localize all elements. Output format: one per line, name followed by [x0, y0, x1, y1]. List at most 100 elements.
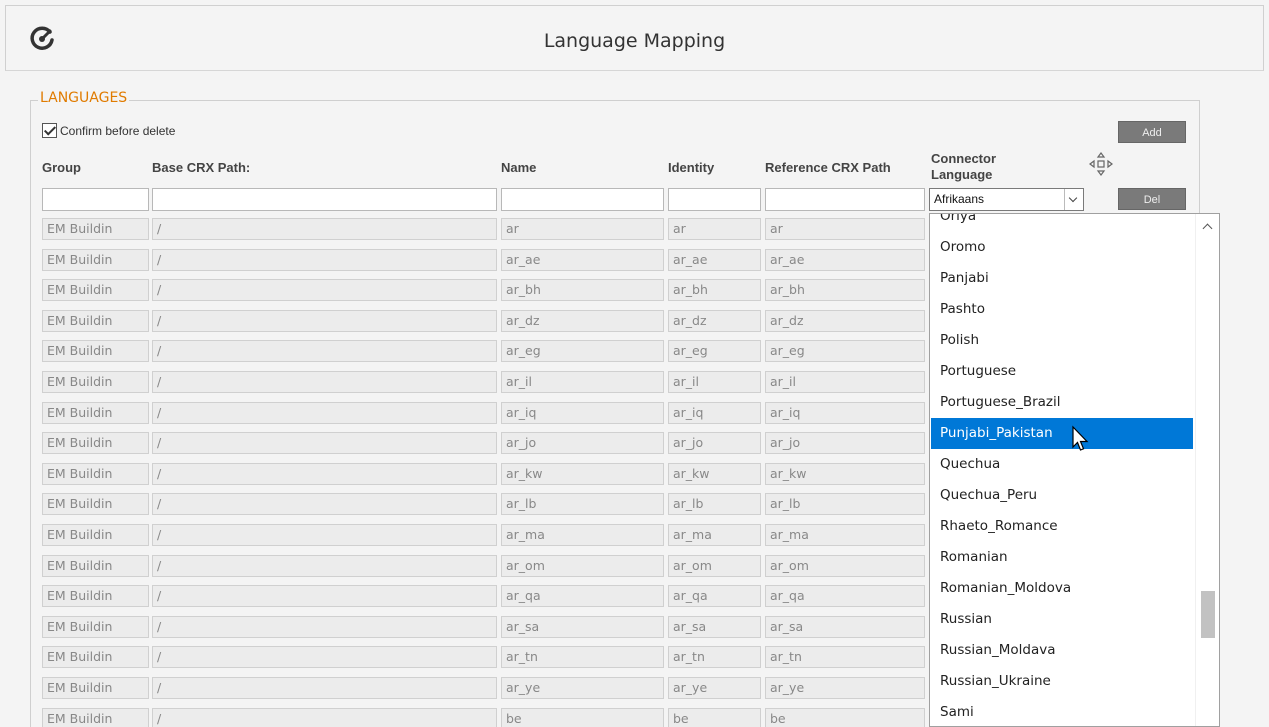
cell-base: / — [152, 554, 497, 577]
cell-ref: ar_il — [765, 371, 925, 393]
column-header-group: Group — [42, 160, 81, 175]
group-filter-input[interactable] — [42, 188, 149, 211]
table-row[interactable]: EM Buildin / be be be — [0, 703, 940, 727]
cell-group: EM Buildin — [42, 646, 149, 669]
cell-name: be — [501, 707, 664, 727]
move-icon[interactable] — [1089, 152, 1113, 176]
table-row[interactable]: EM Buildin / ar_iq ar_iq ar_iq — [0, 397, 940, 427]
cell-ref: ar_lb — [765, 493, 925, 516]
dropdown-option[interactable]: Russian_Ukraine — [931, 666, 1193, 697]
cell-identity: ar_dz — [668, 309, 761, 332]
column-header-reference-crx-path: Reference CRX Path — [765, 160, 891, 175]
cell-ref: ar — [765, 218, 925, 240]
dropdown-option[interactable]: Oriya — [931, 214, 1193, 232]
table-row[interactable]: EM Buildin / ar_tn ar_tn ar_tn — [0, 641, 940, 671]
scroll-up-icon[interactable] — [1202, 223, 1213, 234]
scroll-thumb[interactable] — [1201, 591, 1215, 638]
cell-ref: be — [765, 707, 925, 727]
cell-ref: ar_kw — [765, 462, 925, 485]
table-row[interactable]: EM Buildin / ar_dz ar_dz ar_dz — [0, 305, 940, 335]
dropdown-option[interactable]: Sami — [931, 697, 1193, 726]
cell-name: ar_ye — [501, 677, 664, 699]
cell-name: ar_ae — [501, 248, 664, 271]
cell-group: EM Buildin — [42, 371, 149, 393]
dropdown-option[interactable]: Quechua — [931, 449, 1193, 480]
cell-ref: ar_tn — [765, 646, 925, 669]
column-header-name: Name — [501, 160, 537, 175]
languages-legend: LANGUAGES — [38, 90, 130, 106]
dropdown-option[interactable]: Oromo — [931, 232, 1193, 263]
table-row[interactable]: EM Buildin / ar ar ar — [0, 213, 940, 243]
identity-filter-input[interactable] — [668, 188, 761, 211]
chevron-down-icon[interactable] — [1064, 189, 1083, 210]
dropdown-option[interactable]: Portuguese_Brazil — [931, 387, 1193, 418]
connector-language-select[interactable]: Afrikaans — [929, 188, 1084, 211]
table-row[interactable]: EM Buildin / ar_lb ar_lb ar_lb — [0, 488, 940, 518]
cell-ref: ar_iq — [765, 401, 925, 424]
table-row[interactable]: EM Buildin / ar_ma ar_ma ar_ma — [0, 519, 940, 549]
base-path-filter-input[interactable] — [152, 188, 497, 211]
table-row[interactable]: EM Buildin / ar_sa ar_sa ar_sa — [0, 611, 940, 641]
delete-button[interactable]: Del — [1118, 188, 1186, 210]
table-row[interactable]: EM Buildin / ar_bh ar_bh ar_bh — [0, 274, 940, 304]
add-button[interactable]: Add — [1118, 121, 1186, 143]
connector-language-dropdown[interactable]: Oriya Oromo Panjabi Pashto Polish Portuguese P… — [929, 213, 1220, 727]
column-header-identity: Identity — [668, 160, 715, 175]
cell-group: EM Buildin — [42, 493, 149, 516]
table-row[interactable]: EM Buildin / ar_qa ar_qa ar_qa — [0, 580, 940, 610]
dropdown-option[interactable]: Russian — [931, 604, 1193, 635]
table-row[interactable]: EM Buildin / ar_eg ar_eg ar_eg — [0, 335, 940, 365]
cell-base: / — [152, 218, 497, 240]
dropdown-option[interactable]: Polish — [931, 325, 1193, 356]
confirm-delete-label: Confirm before delete — [60, 123, 176, 138]
cell-ref: ar_bh — [765, 279, 925, 302]
cell-group: EM Buildin — [42, 462, 149, 485]
confirm-delete-checkbox[interactable] — [42, 123, 57, 138]
table-row[interactable]: EM Buildin / ar_ye ar_ye ar_ye — [0, 672, 940, 702]
cell-ref: ar_qa — [765, 585, 925, 608]
dropdown-option[interactable]: Russian_Moldava — [931, 635, 1193, 666]
cell-group: EM Buildin — [42, 340, 149, 363]
cell-name: ar_lb — [501, 493, 664, 516]
table-row[interactable]: EM Buildin / ar_ae ar_ae ar_ae — [0, 244, 940, 274]
dropdown-option[interactable]: Panjabi — [931, 263, 1193, 294]
dropdown-scrollbar[interactable] — [1195, 214, 1219, 726]
cell-identity: ar_ye — [668, 677, 761, 699]
cell-identity: ar_ma — [668, 524, 761, 546]
table-row[interactable]: EM Buildin / ar_kw ar_kw ar_kw — [0, 458, 940, 488]
cell-base: / — [152, 615, 497, 638]
cell-identity: ar_om — [668, 554, 761, 577]
cell-base: / — [152, 401, 497, 424]
cell-base: / — [152, 677, 497, 699]
dropdown-option[interactable]: Portuguese — [931, 356, 1193, 387]
dropdown-option[interactable]: Rhaeto_Romance — [931, 511, 1193, 542]
cell-ref: ar_ma — [765, 524, 925, 546]
cell-identity: ar_lb — [668, 493, 761, 516]
cell-base: / — [152, 707, 497, 727]
cell-identity: ar_kw — [668, 462, 761, 485]
dropdown-option[interactable]: Pashto — [931, 294, 1193, 325]
table-row[interactable]: EM Buildin / ar_il ar_il ar_il — [0, 366, 940, 396]
cell-identity: ar_iq — [668, 401, 761, 424]
cell-name: ar — [501, 218, 664, 240]
cell-group: EM Buildin — [42, 707, 149, 727]
dropdown-option[interactable]: Romanian — [931, 542, 1193, 573]
dropdown-option[interactable]: Quechua_Peru — [931, 480, 1193, 511]
cell-name: ar_il — [501, 371, 664, 393]
dropdown-option[interactable]: Romanian_Moldova — [931, 573, 1193, 604]
cell-ref: ar_om — [765, 554, 925, 577]
name-filter-input[interactable] — [501, 188, 664, 211]
cell-identity: ar_tn — [668, 646, 761, 669]
ref-path-filter-input[interactable] — [765, 188, 925, 211]
cell-base: / — [152, 524, 497, 546]
page-title: Language Mapping — [543, 30, 726, 52]
cell-base: / — [152, 309, 497, 332]
title-bar: Language Mapping — [5, 5, 1264, 71]
cell-identity: ar_il — [668, 371, 761, 393]
dropdown-option[interactable]: Punjabi_Pakistan — [931, 418, 1193, 449]
confirm-delete-option[interactable]: Confirm before delete — [42, 123, 175, 138]
cell-base: / — [152, 340, 497, 363]
table-row[interactable]: EM Buildin / ar_jo ar_jo ar_jo — [0, 427, 940, 457]
table-row[interactable]: EM Buildin / ar_om ar_om ar_om — [0, 550, 940, 580]
cell-group: EM Buildin — [42, 585, 149, 608]
